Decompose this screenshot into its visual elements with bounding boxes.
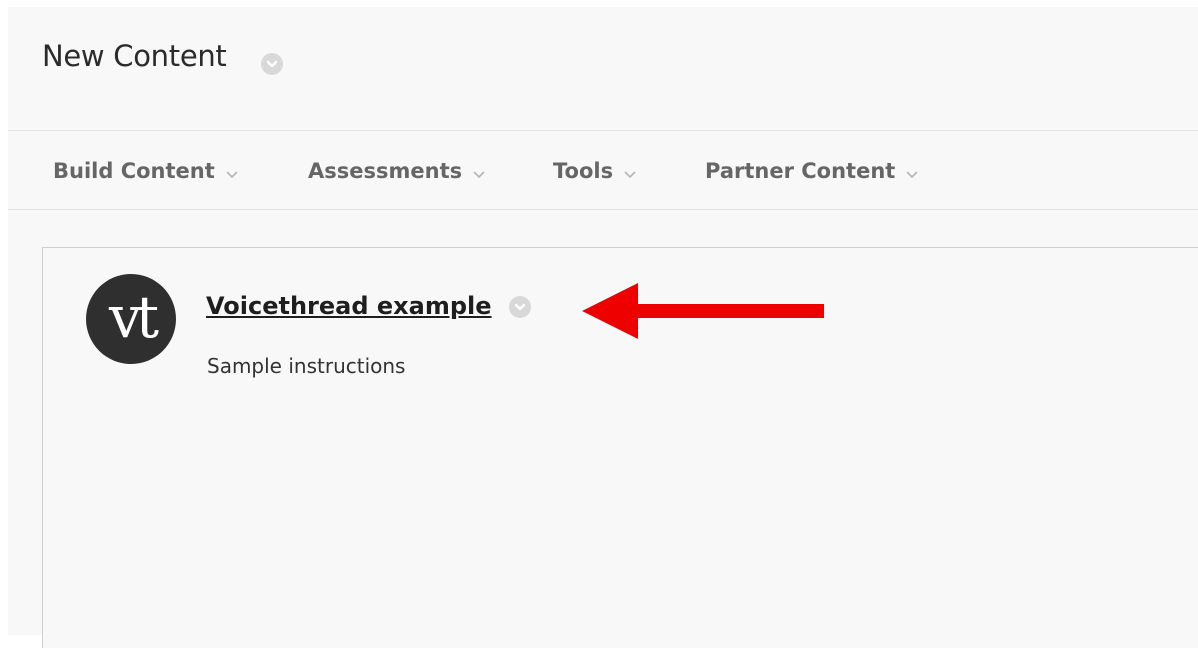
chevron-down-icon xyxy=(225,160,239,184)
voicethread-logo-icon: vt xyxy=(86,274,176,364)
tools-label: Tools xyxy=(553,159,614,183)
chevron-down-icon xyxy=(623,160,637,184)
assessments-label: Assessments xyxy=(308,159,463,183)
partner-content-label: Partner Content xyxy=(705,159,896,183)
content-item-title-link[interactable]: Voicethread example xyxy=(206,292,492,320)
item-options-menu-icon[interactable] xyxy=(509,296,531,318)
build-content-label: Build Content xyxy=(53,159,215,183)
partner-content-menu[interactable]: Partner Content xyxy=(705,159,919,184)
chevron-down-icon xyxy=(472,160,486,184)
page-title: New Content xyxy=(42,39,227,73)
content-toolbar: Build Content Assessments Tools Partner … xyxy=(8,131,1198,210)
tools-menu[interactable]: Tools xyxy=(553,159,637,184)
build-content-menu[interactable]: Build Content xyxy=(53,159,239,184)
page-options-menu-icon[interactable] xyxy=(261,53,283,75)
content-item-description: Sample instructions xyxy=(207,354,406,378)
page-header: New Content xyxy=(8,7,1198,131)
red-left-arrow-annotation-icon xyxy=(582,283,824,339)
assessments-menu[interactable]: Assessments xyxy=(308,159,486,184)
chevron-down-icon xyxy=(905,160,919,184)
